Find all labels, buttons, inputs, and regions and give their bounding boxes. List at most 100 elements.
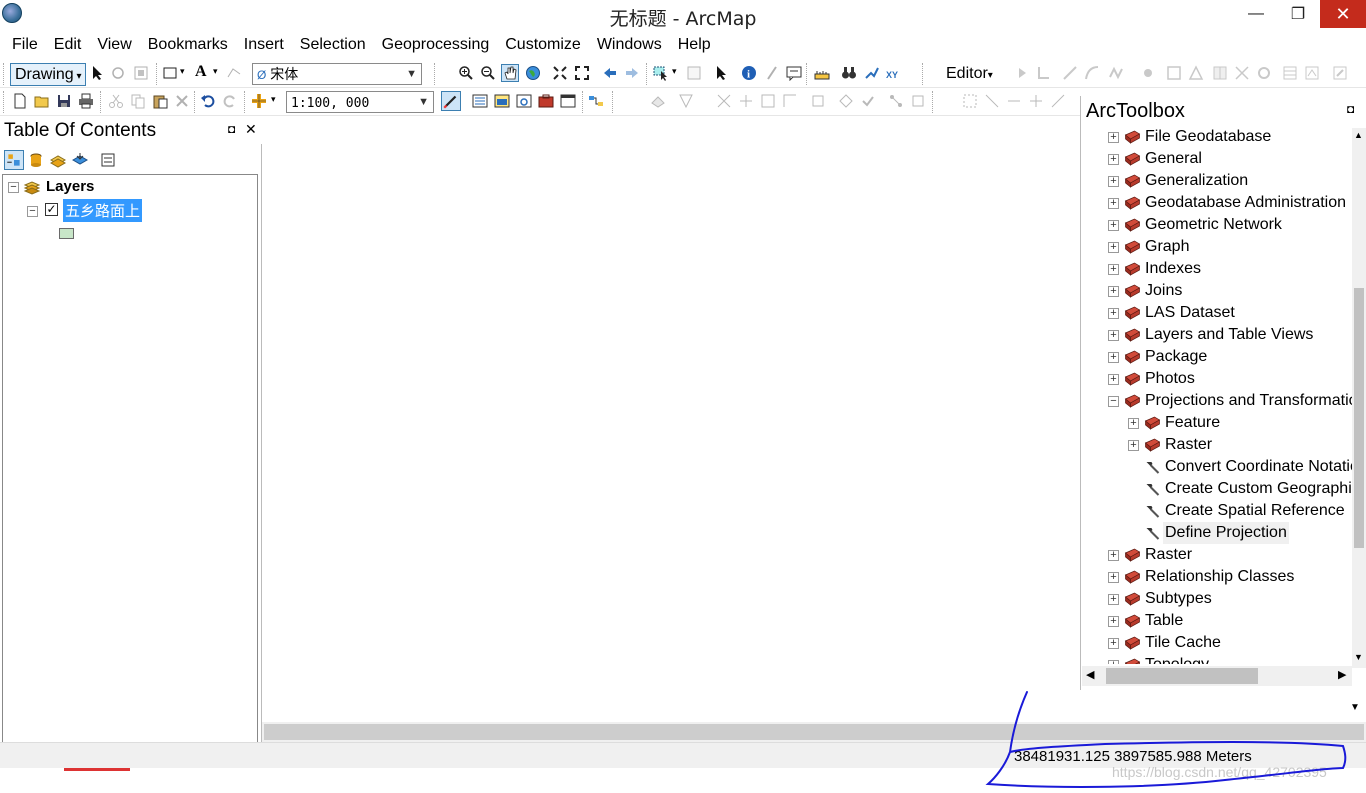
expand-icon[interactable]: + [1108, 352, 1119, 363]
scroll-up-icon[interactable]: ▲ [1354, 130, 1363, 140]
list-by-visibility-icon[interactable] [50, 152, 66, 168]
close-window-button[interactable]: ✕ [1320, 0, 1366, 28]
open-folder-icon[interactable] [34, 93, 50, 109]
menu-insert[interactable]: Insert [236, 33, 292, 57]
maximize-button[interactable]: ❐ [1278, 0, 1318, 28]
save-icon[interactable] [56, 93, 72, 109]
cogo-line-icon[interactable] [984, 93, 1000, 109]
expand-icon[interactable]: + [1108, 594, 1119, 605]
toolbar-grip[interactable] [3, 63, 10, 85]
select-elements-arrow-icon[interactable] [714, 65, 730, 81]
end-point-arc-icon[interactable] [1084, 65, 1100, 81]
split-tool-icon[interactable] [1234, 65, 1250, 81]
expand-icon[interactable]: + [1108, 264, 1119, 275]
add-data-icon[interactable] [251, 93, 267, 109]
cogo-split-icon[interactable] [1006, 93, 1022, 109]
rectangle-dropdown-icon[interactable]: ▾ [180, 66, 185, 77]
catalog-window-icon[interactable] [494, 93, 510, 109]
create-features-icon[interactable] [1332, 65, 1348, 81]
options-icon[interactable] [100, 152, 116, 168]
edit-annotation-icon[interactable] [1036, 65, 1052, 81]
scroll-left-icon[interactable]: ◀ [1086, 668, 1094, 681]
expand-icon[interactable]: + [1108, 220, 1119, 231]
html-popup-icon[interactable] [786, 65, 802, 81]
go-forward-icon[interactable] [624, 65, 640, 81]
map-display[interactable] [262, 118, 1082, 722]
expand-icon[interactable]: + [1108, 154, 1119, 165]
edit-tool-icon[interactable] [1014, 65, 1030, 81]
scroll-right-icon[interactable]: ▶ [1338, 668, 1346, 681]
expand-icon[interactable]: + [1108, 286, 1119, 297]
find-route-icon[interactable] [864, 65, 880, 81]
expand-icon[interactable]: + [1108, 198, 1119, 209]
rotate-tool-icon[interactable] [1256, 65, 1272, 81]
select-features-icon[interactable] [653, 65, 669, 81]
pin-icon[interactable]: ◘ [1347, 102, 1354, 116]
menu-customize[interactable]: Customize [497, 33, 589, 57]
trace-icon[interactable] [1108, 65, 1124, 81]
menu-view[interactable]: View [89, 33, 139, 57]
spatial-adjust-icon[interactable] [838, 93, 854, 109]
network-flag-icon[interactable] [910, 93, 926, 109]
zoom-out-icon[interactable] [480, 65, 496, 81]
go-to-xy-icon[interactable]: XY [886, 65, 902, 81]
select-dropdown-icon[interactable]: ▾ [672, 66, 677, 77]
georef-fit-icon[interactable] [782, 93, 798, 109]
close-icon[interactable]: ✕ [245, 121, 257, 138]
find-binoculars-icon[interactable] [841, 65, 857, 81]
select-elements-icon[interactable] [90, 65, 106, 81]
copy-icon[interactable] [130, 93, 146, 109]
scroll-thumb[interactable] [1106, 668, 1258, 684]
advanced-edit-icon[interactable] [810, 93, 826, 109]
clear-selection-icon[interactable] [686, 65, 702, 81]
rectangle-icon[interactable] [162, 65, 178, 81]
topology-icon[interactable] [650, 93, 666, 109]
scroll-down-icon[interactable]: ▼ [1354, 652, 1363, 662]
expand-icon[interactable]: + [1108, 330, 1119, 341]
cut-polygons-icon[interactable] [1212, 65, 1228, 81]
text-dropdown-icon[interactable]: ▾ [213, 66, 218, 77]
cogo-proportion-icon[interactable] [1028, 93, 1044, 109]
expand-icon[interactable]: + [1108, 572, 1119, 583]
cogo-curve-icon[interactable] [1050, 93, 1066, 109]
collapse-layers-icon[interactable]: − [8, 182, 19, 193]
new-document-icon[interactable] [12, 93, 28, 109]
topology-edit-icon[interactable] [678, 93, 694, 109]
expand-icon[interactable]: + [1108, 242, 1119, 253]
layer-visibility-checkbox[interactable]: ✓ [45, 203, 58, 216]
menu-geoprocessing[interactable]: Geoprocessing [374, 33, 498, 57]
pin-icon[interactable]: ◘ [228, 122, 235, 136]
scroll-thumb[interactable] [1354, 288, 1364, 548]
sketch-properties-icon[interactable] [1304, 65, 1320, 81]
menu-windows[interactable]: Windows [589, 33, 670, 57]
georef-link-icon[interactable] [738, 93, 754, 109]
list-by-drawing-order-icon[interactable] [4, 150, 24, 170]
rotate-icon[interactable] [110, 65, 126, 81]
full-extent-globe-icon[interactable] [525, 65, 541, 81]
table-of-contents-icon[interactable] [472, 93, 488, 109]
expand-icon[interactable]: + [1128, 418, 1139, 429]
editor-toolbar-toggle-icon[interactable] [441, 91, 461, 111]
menu-edit[interactable]: Edit [46, 33, 90, 57]
redo-icon[interactable] [222, 93, 238, 109]
measure-icon[interactable] [814, 65, 830, 81]
list-by-source-icon[interactable] [28, 152, 44, 168]
python-window-icon[interactable] [560, 93, 576, 109]
cogo-icon[interactable] [962, 93, 978, 109]
minimize-button[interactable]: — [1236, 0, 1276, 28]
go-back-icon[interactable] [602, 65, 618, 81]
fixed-zoom-in-icon[interactable] [552, 65, 568, 81]
undo-icon[interactable] [200, 93, 216, 109]
zoom-in-icon[interactable] [458, 65, 474, 81]
print-icon[interactable] [78, 93, 94, 109]
collapse-icon[interactable]: − [1108, 396, 1119, 407]
paste-icon[interactable] [152, 93, 168, 109]
point-icon[interactable] [1140, 65, 1156, 81]
fixed-zoom-out-icon[interactable] [574, 65, 590, 81]
pan-hand-icon[interactable] [501, 64, 519, 82]
expand-icon[interactable]: + [1108, 374, 1119, 385]
arctoolbox-vertical-scrollbar[interactable]: ▲ ▼ [1352, 128, 1366, 668]
cut-icon[interactable] [108, 93, 124, 109]
network-icon[interactable] [888, 93, 904, 109]
attributes-icon[interactable] [1282, 65, 1298, 81]
